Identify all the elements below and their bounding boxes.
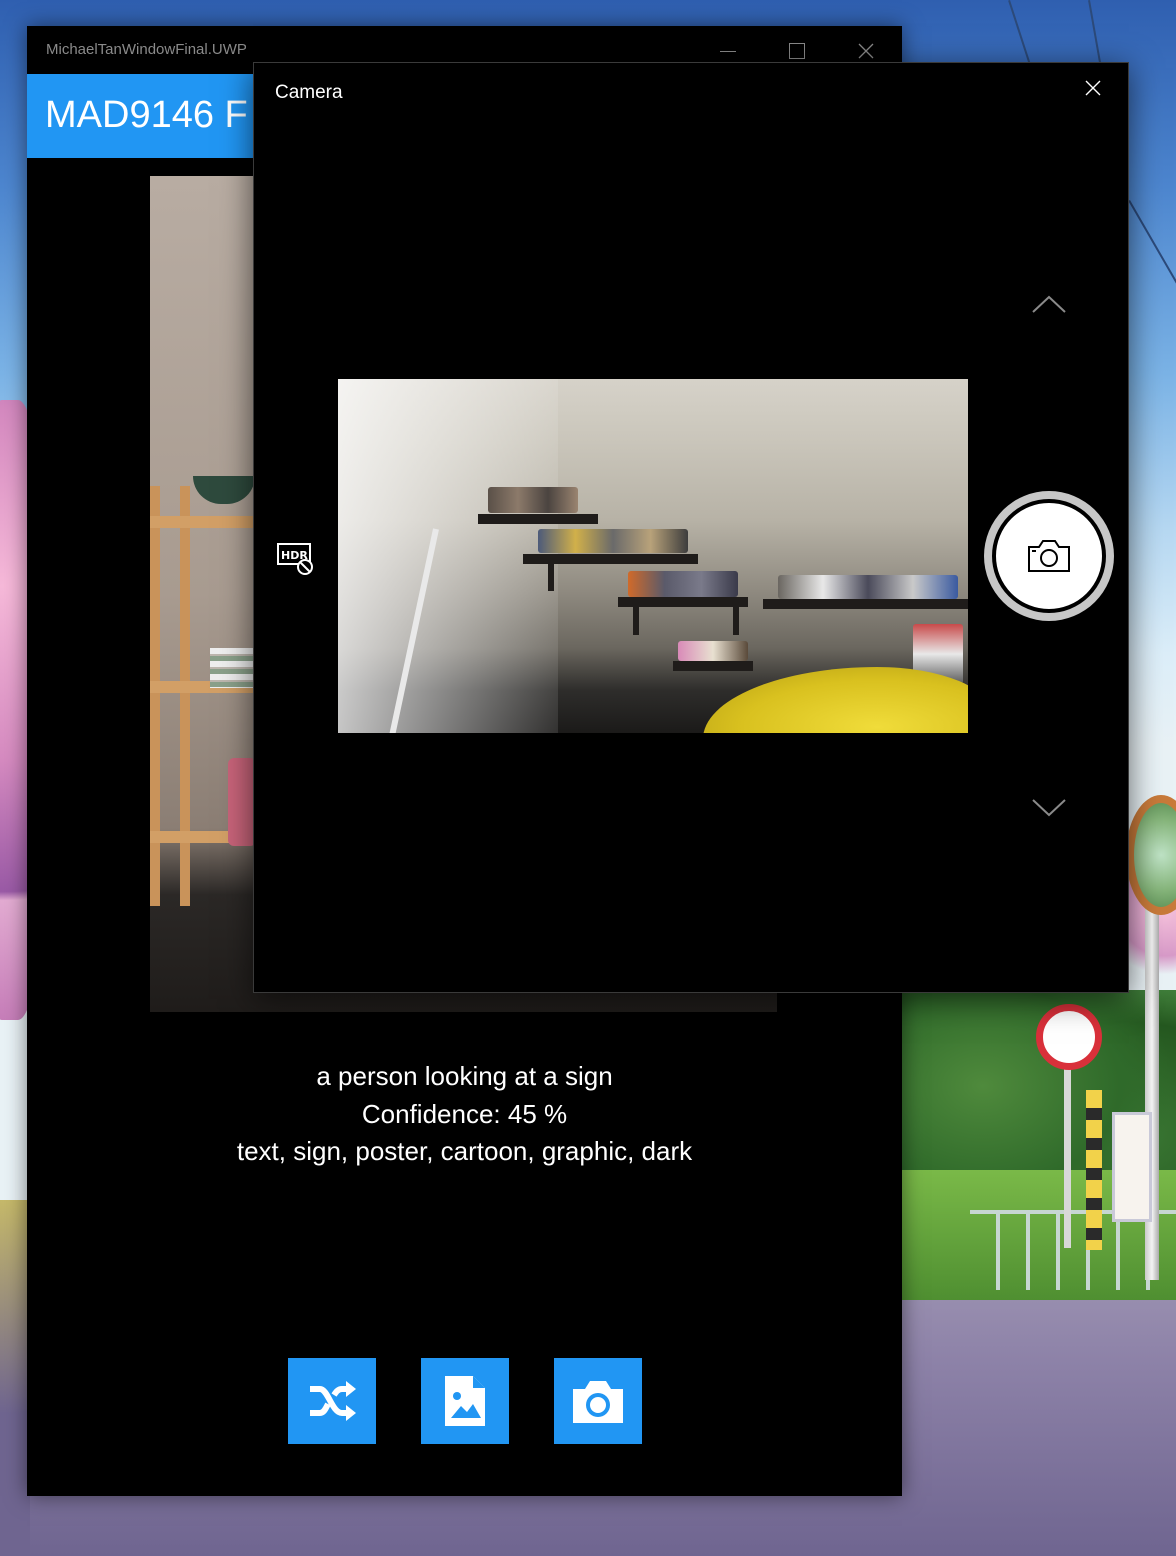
camera-preview <box>338 379 968 733</box>
page-title: MAD9146 F <box>45 94 248 136</box>
caption-description: a person looking at a sign <box>316 1061 613 1091</box>
close-dialog-button[interactable] <box>1080 75 1106 101</box>
capture-photo-button[interactable] <box>984 491 1114 621</box>
camera-icon <box>1028 540 1070 572</box>
hdr-off-icon: HDR <box>277 543 313 575</box>
chevron-up-icon <box>1032 295 1066 313</box>
chevron-down-icon <box>1032 799 1066 817</box>
caption-confidence: Confidence: 45 % <box>361 1098 568 1129</box>
camera-dialog: Camera HDR <box>253 62 1129 993</box>
shuffle-button[interactable] <box>288 1358 376 1444</box>
camera-icon <box>573 1381 623 1423</box>
dialog-title: Camera <box>275 82 343 103</box>
analysis-caption: a person looking at a sign Confidence: 4… <box>27 1058 902 1171</box>
shuffle-icon <box>310 1381 356 1421</box>
scroll-up-button[interactable] <box>1027 289 1071 319</box>
close-icon <box>858 43 874 59</box>
window-title: MichaelTanWindowFinal.UWP <box>46 41 247 58</box>
camera-button[interactable] <box>554 1358 642 1444</box>
caption-tags: text, sign, poster, cartoon, graphic, da… <box>236 1136 693 1166</box>
close-icon <box>1085 80 1101 96</box>
pick-image-button[interactable] <box>421 1358 509 1444</box>
image-file-icon <box>445 1376 485 1426</box>
hdr-toggle-button[interactable]: HDR <box>276 541 316 577</box>
scroll-down-button[interactable] <box>1027 793 1071 823</box>
